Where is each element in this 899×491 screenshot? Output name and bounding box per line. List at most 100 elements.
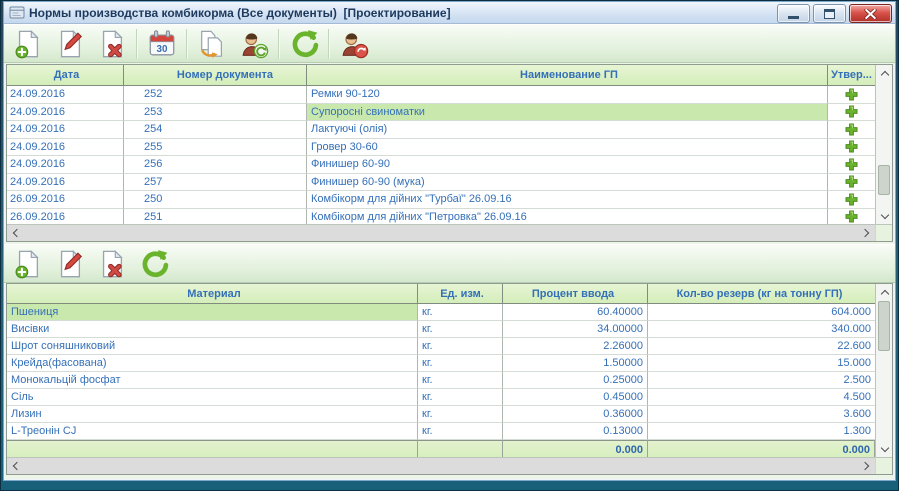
doc-approve-cell[interactable] bbox=[828, 156, 875, 174]
materials-header-reserve[interactable]: Кол-во резерв (кг на тонну ГП) bbox=[648, 284, 875, 304]
scroll-down-button[interactable] bbox=[876, 208, 893, 224]
doc-date-cell[interactable]: 24.09.2016 bbox=[7, 174, 124, 192]
doc-name-cell[interactable]: Супоросні свиноматки bbox=[307, 104, 828, 122]
material-name-cell[interactable]: Монокальцій фосфат bbox=[7, 372, 418, 389]
approve-plus-icon[interactable] bbox=[845, 210, 858, 223]
material-reserve-cell[interactable]: 2.500 bbox=[648, 372, 875, 389]
refresh-materials-button[interactable] bbox=[133, 247, 175, 281]
doc-approve-cell[interactable] bbox=[828, 139, 875, 157]
materials-vertical-scrollbar[interactable] bbox=[875, 284, 892, 457]
approve-plus-icon[interactable] bbox=[845, 123, 858, 136]
scroll-left-button[interactable] bbox=[7, 458, 24, 474]
doc-number-cell[interactable]: 256 bbox=[124, 156, 307, 174]
close-button[interactable] bbox=[849, 4, 892, 23]
material-unit-cell[interactable]: кг. bbox=[418, 372, 503, 389]
documents-header-name[interactable]: Наименование ГП bbox=[307, 65, 828, 86]
doc-number-cell[interactable]: 254 bbox=[124, 121, 307, 139]
material-reserve-cell[interactable]: 15.000 bbox=[648, 355, 875, 372]
doc-number-cell[interactable]: 253 bbox=[124, 104, 307, 122]
maximize-button[interactable] bbox=[813, 4, 846, 23]
material-percent-cell[interactable]: 0.45000 bbox=[503, 389, 648, 406]
material-name-cell[interactable]: Крейда(фасована) bbox=[7, 355, 418, 372]
documents-horizontal-scrollbar[interactable] bbox=[7, 224, 875, 241]
material-name-cell[interactable]: Пшениця bbox=[7, 304, 418, 321]
doc-number-cell[interactable]: 257 bbox=[124, 174, 307, 192]
material-unit-cell[interactable]: кг. bbox=[418, 338, 503, 355]
doc-date-cell[interactable]: 24.09.2016 bbox=[7, 139, 124, 157]
material-reserve-cell[interactable]: 4.500 bbox=[648, 389, 875, 406]
scroll-down-button[interactable] bbox=[876, 441, 893, 457]
materials-header-material[interactable]: Материал bbox=[7, 284, 418, 304]
doc-name-cell[interactable]: Гровер 30-60 bbox=[307, 139, 828, 157]
materials-horizontal-scrollbar[interactable] bbox=[7, 457, 875, 474]
approve-plus-icon[interactable] bbox=[845, 158, 858, 171]
calendar-period-button[interactable]: 30 bbox=[141, 27, 183, 61]
approve-plus-icon[interactable] bbox=[845, 193, 858, 206]
scroll-up-button[interactable] bbox=[876, 65, 893, 81]
material-unit-cell[interactable]: кг. bbox=[418, 355, 503, 372]
material-reserve-cell[interactable]: 3.600 bbox=[648, 406, 875, 423]
doc-approve-cell[interactable] bbox=[828, 174, 875, 192]
approve-plus-icon[interactable] bbox=[845, 105, 858, 118]
doc-name-cell[interactable]: Финишер 60-90 (мука) bbox=[307, 174, 828, 192]
scroll-left-button[interactable] bbox=[7, 225, 24, 241]
material-reserve-cell[interactable]: 1.300 bbox=[648, 423, 875, 440]
material-percent-cell[interactable]: 0.25000 bbox=[503, 372, 648, 389]
scroll-up-button[interactable] bbox=[876, 284, 893, 300]
material-unit-cell[interactable]: кг. bbox=[418, 406, 503, 423]
scroll-thumb[interactable] bbox=[878, 301, 890, 351]
doc-name-cell[interactable]: Лактуючі (олія) bbox=[307, 121, 828, 139]
doc-date-cell[interactable]: 24.09.2016 bbox=[7, 104, 124, 122]
material-unit-cell[interactable]: кг. bbox=[418, 423, 503, 440]
material-reserve-cell[interactable]: 22.600 bbox=[648, 338, 875, 355]
delete-document-button[interactable] bbox=[91, 27, 133, 61]
doc-name-cell[interactable]: Комбікорм для дійних "Турбаї" 26.09.16 bbox=[307, 191, 828, 209]
edit-document-button[interactable] bbox=[49, 27, 91, 61]
scroll-right-button[interactable] bbox=[858, 225, 875, 241]
doc-name-cell[interactable]: Ремки 90-120 bbox=[307, 86, 828, 104]
user-redo-button[interactable] bbox=[333, 27, 375, 61]
doc-name-cell[interactable]: Финишер 60-90 bbox=[307, 156, 828, 174]
doc-date-cell[interactable]: 24.09.2016 bbox=[7, 156, 124, 174]
doc-approve-cell[interactable] bbox=[828, 121, 875, 139]
titlebar[interactable]: Нормы производства комбикорма (Все докум… bbox=[4, 2, 895, 24]
material-name-cell[interactable]: Шрот соняшниковий bbox=[7, 338, 418, 355]
approve-plus-icon[interactable] bbox=[845, 175, 858, 188]
material-name-cell[interactable]: Лизин bbox=[7, 406, 418, 423]
window-icon[interactable] bbox=[9, 6, 25, 19]
scroll-right-button[interactable] bbox=[858, 458, 875, 474]
material-percent-cell[interactable]: 1.50000 bbox=[503, 355, 648, 372]
material-unit-cell[interactable]: кг. bbox=[418, 321, 503, 338]
material-percent-cell[interactable]: 2.26000 bbox=[503, 338, 648, 355]
material-reserve-cell[interactable]: 340.000 bbox=[648, 321, 875, 338]
material-percent-cell[interactable]: 0.36000 bbox=[503, 406, 648, 423]
refresh-button[interactable] bbox=[283, 27, 325, 61]
minimize-button[interactable] bbox=[777, 4, 810, 23]
edit-material-button[interactable] bbox=[49, 247, 91, 281]
material-percent-cell[interactable]: 60.40000 bbox=[503, 304, 648, 321]
documents-header-approve[interactable]: Утвер... bbox=[828, 65, 875, 86]
material-reserve-cell[interactable]: 604.000 bbox=[648, 304, 875, 321]
documents-header-number[interactable]: Номер документа bbox=[124, 65, 307, 86]
material-percent-cell[interactable]: 34.00000 bbox=[503, 321, 648, 338]
material-unit-cell[interactable]: кг. bbox=[418, 304, 503, 321]
doc-number-cell[interactable]: 252 bbox=[124, 86, 307, 104]
material-unit-cell[interactable]: кг. bbox=[418, 389, 503, 406]
material-name-cell[interactable]: L-Треонін CJ bbox=[7, 423, 418, 440]
delete-material-button[interactable] bbox=[91, 247, 133, 281]
documents-header-date[interactable]: Дата bbox=[7, 65, 124, 86]
doc-approve-cell[interactable] bbox=[828, 86, 875, 104]
material-name-cell[interactable]: Сіль bbox=[7, 389, 418, 406]
doc-approve-cell[interactable] bbox=[828, 104, 875, 122]
doc-number-cell[interactable]: 250 bbox=[124, 191, 307, 209]
user-sync-button[interactable] bbox=[233, 27, 275, 61]
material-percent-cell[interactable]: 0.13000 bbox=[503, 423, 648, 440]
documents-vertical-scrollbar[interactable] bbox=[875, 65, 892, 224]
materials-header-unit[interactable]: Ед. изм. bbox=[418, 284, 503, 304]
approve-plus-icon[interactable] bbox=[845, 88, 858, 101]
doc-approve-cell[interactable] bbox=[828, 191, 875, 209]
scroll-thumb[interactable] bbox=[878, 165, 890, 195]
add-material-button[interactable] bbox=[7, 247, 49, 281]
doc-date-cell[interactable]: 26.09.2016 bbox=[7, 191, 124, 209]
doc-date-cell[interactable]: 24.09.2016 bbox=[7, 121, 124, 139]
